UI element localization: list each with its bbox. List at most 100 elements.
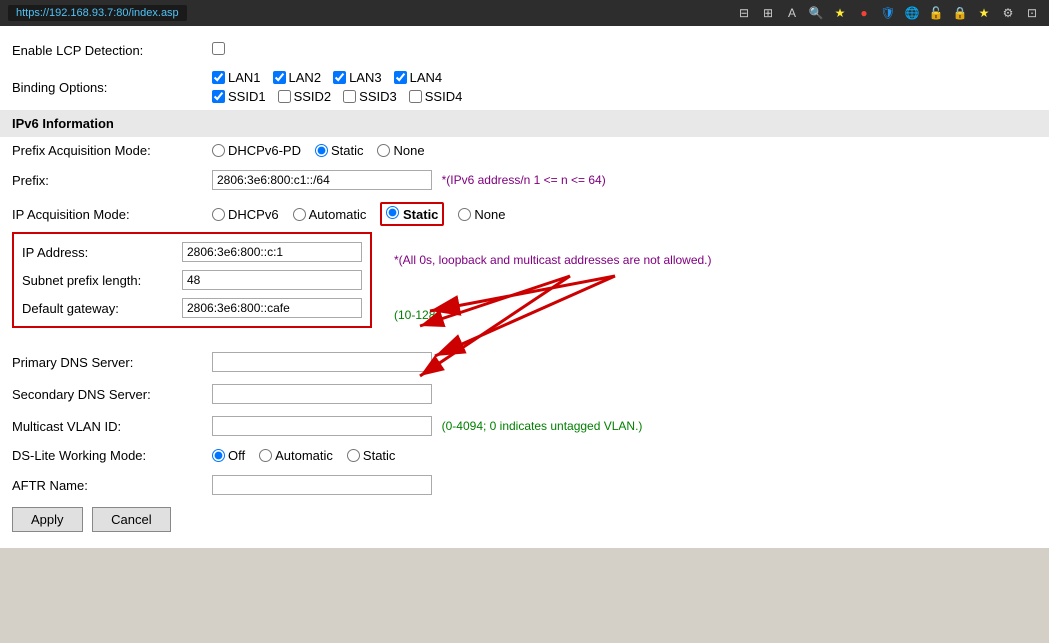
lan4-checkbox[interactable] [394,71,407,84]
prefix-value-cell: 2806:3e6:800:c1::/64 *(IPv6 address/n 1 … [200,164,1049,196]
shield-icon: 🛡 [879,4,897,22]
ssid1-label: SSID1 [228,89,266,104]
ipv6-header-row: IPv6 Information [0,110,1049,137]
ssid2-label: SSID2 [294,89,332,104]
prefix-mode-row: Prefix Acquisition Mode: DHCPv6-PD Stati… [0,137,1049,164]
lan1-checkbox[interactable] [212,71,225,84]
ssid4-checkbox[interactable] [409,90,422,103]
dhcpv6pd-label: DHCPv6-PD [228,143,301,158]
ssid3-item: SSID3 [343,89,397,104]
dhcpv6pd-radio[interactable] [212,144,225,157]
ssid2-checkbox[interactable] [278,90,291,103]
subnet-input[interactable] [182,270,362,290]
ip-address-hint: *(All 0s, loopback and multicast address… [394,253,712,267]
dslite-radio-group: Off Automatic Static [212,448,1037,463]
buttons-row: Apply Cancel [0,501,1049,538]
ssid1-item: SSID1 [212,89,266,104]
automatic-label: Automatic [309,207,367,222]
static-prefix-radio[interactable] [315,144,328,157]
dhcpv6-label: DHCPv6 [228,207,279,222]
lan1-item: LAN1 [212,70,261,85]
dslite-auto-radio[interactable] [259,449,272,462]
gateway-input[interactable] [182,298,362,318]
secondary-dns-value [200,378,1049,410]
ip-fields-box: IP Address: Subnet prefix length: Defaul… [12,232,372,328]
lan2-item: LAN2 [273,70,322,85]
ip-fields-cell: IP Address: Subnet prefix length: Defaul… [0,232,1049,346]
ssid4-item: SSID4 [409,89,463,104]
prefix-mode-radio-group: DHCPv6-PD Static None [212,143,1037,158]
lan4-item: LAN4 [394,70,443,85]
dslite-auto-item: Automatic [259,448,333,463]
ip-acq-radio-group: DHCPv6 Automatic Static None [212,202,1037,226]
text-icon: A [783,4,801,22]
lock-open-icon: 🔓 [927,4,945,22]
static-ip-label: Static [403,207,438,222]
lan3-checkbox[interactable] [333,71,346,84]
dhcpv6-radio-item: DHCPv6 [212,207,279,222]
ip-address-input[interactable] [182,242,362,262]
ssid3-label: SSID3 [359,89,397,104]
static-prefix-label: Static [331,143,364,158]
none-prefix-radio-item: None [377,143,424,158]
static-ip-radio[interactable] [386,206,399,219]
button-cell: Apply Cancel [0,501,1049,538]
dslite-auto-label: Automatic [275,448,333,463]
dslite-static-label: Static [363,448,396,463]
automatic-radio[interactable] [293,208,306,221]
none-prefix-label: None [393,143,424,158]
none-ip-label: None [474,207,505,222]
aftr-value [200,469,1049,501]
url-bar[interactable]: https://192.168.93.7:80/index.asp [8,5,187,21]
dhcpv6pd-radio-item: DHCPv6-PD [212,143,301,158]
multicast-label: Multicast VLAN ID: [0,410,200,442]
lcp-checkbox[interactable] [212,42,225,55]
ssid-checkbox-group: SSID1 SSID2 SSID3 SSID4 [212,89,1037,104]
browser-icons: ⊟ ⊞ A 🔍 ★ ● 🛡 🌐 🔓 🔒 ★ ⚙ ⊡ [735,4,1041,22]
binding-options-label: Binding Options: [0,64,200,110]
multicast-hint: (0-4094; 0 indicates untagged VLAN.) [442,419,643,433]
prefix-input[interactable]: 2806:3e6:800:c1::/64 [212,170,432,190]
ip-fields-row: IP Address: Subnet prefix length: Defaul… [0,232,1049,346]
dslite-off-radio[interactable] [212,449,225,462]
lan2-checkbox[interactable] [273,71,286,84]
secondary-dns-input[interactable] [212,384,432,404]
hints-panel: *(All 0s, loopback and multicast address… [388,232,712,342]
none-prefix-radio[interactable] [377,144,390,157]
lcp-label: Enable LCP Detection: [0,36,200,64]
grid-icon: ⊞ [759,4,777,22]
ip-address-label: IP Address: [22,245,182,260]
subnet-hint: (10-128) [394,308,712,322]
apply-button[interactable]: Apply [12,507,83,532]
aftr-input[interactable] [212,475,432,495]
lan4-label: LAN4 [410,70,443,85]
prefix-row: Prefix: 2806:3e6:800:c1::/64 *(IPv6 addr… [0,164,1049,196]
subnet-row: Subnet prefix length: [22,266,362,294]
fav-icon: ★ [975,4,993,22]
dslite-row: DS-Lite Working Mode: Off Automatic Stat… [0,442,1049,469]
star-icon: ★ [831,4,849,22]
ip-acq-row: IP Acquisition Mode: DHCPv6 Automatic St… [0,196,1049,232]
dslite-off-item: Off [212,448,245,463]
subnet-label: Subnet prefix length: [22,273,182,288]
binding-options-value: LAN1 LAN2 LAN3 LAN4 [200,64,1049,110]
primary-dns-input[interactable] [212,352,432,372]
none-ip-radio[interactable] [458,208,471,221]
aftr-label: AFTR Name: [0,469,200,501]
multicast-value: (0-4094; 0 indicates untagged VLAN.) [200,410,1049,442]
primary-dns-row: Primary DNS Server: [0,346,1049,378]
none-ip-radio-item: None [458,207,505,222]
globe-icon: 🌐 [903,4,921,22]
ssid3-checkbox[interactable] [343,90,356,103]
lan2-label: LAN2 [289,70,322,85]
ssid1-checkbox[interactable] [212,90,225,103]
ssid4-label: SSID4 [425,89,463,104]
dslite-static-radio[interactable] [347,449,360,462]
dhcpv6-radio[interactable] [212,208,225,221]
lan3-label: LAN3 [349,70,382,85]
dot-icon: ● [855,4,873,22]
cancel-button[interactable]: Cancel [92,507,170,532]
lan1-label: LAN1 [228,70,261,85]
multicast-input[interactable] [212,416,432,436]
dslite-value: Off Automatic Static [200,442,1049,469]
